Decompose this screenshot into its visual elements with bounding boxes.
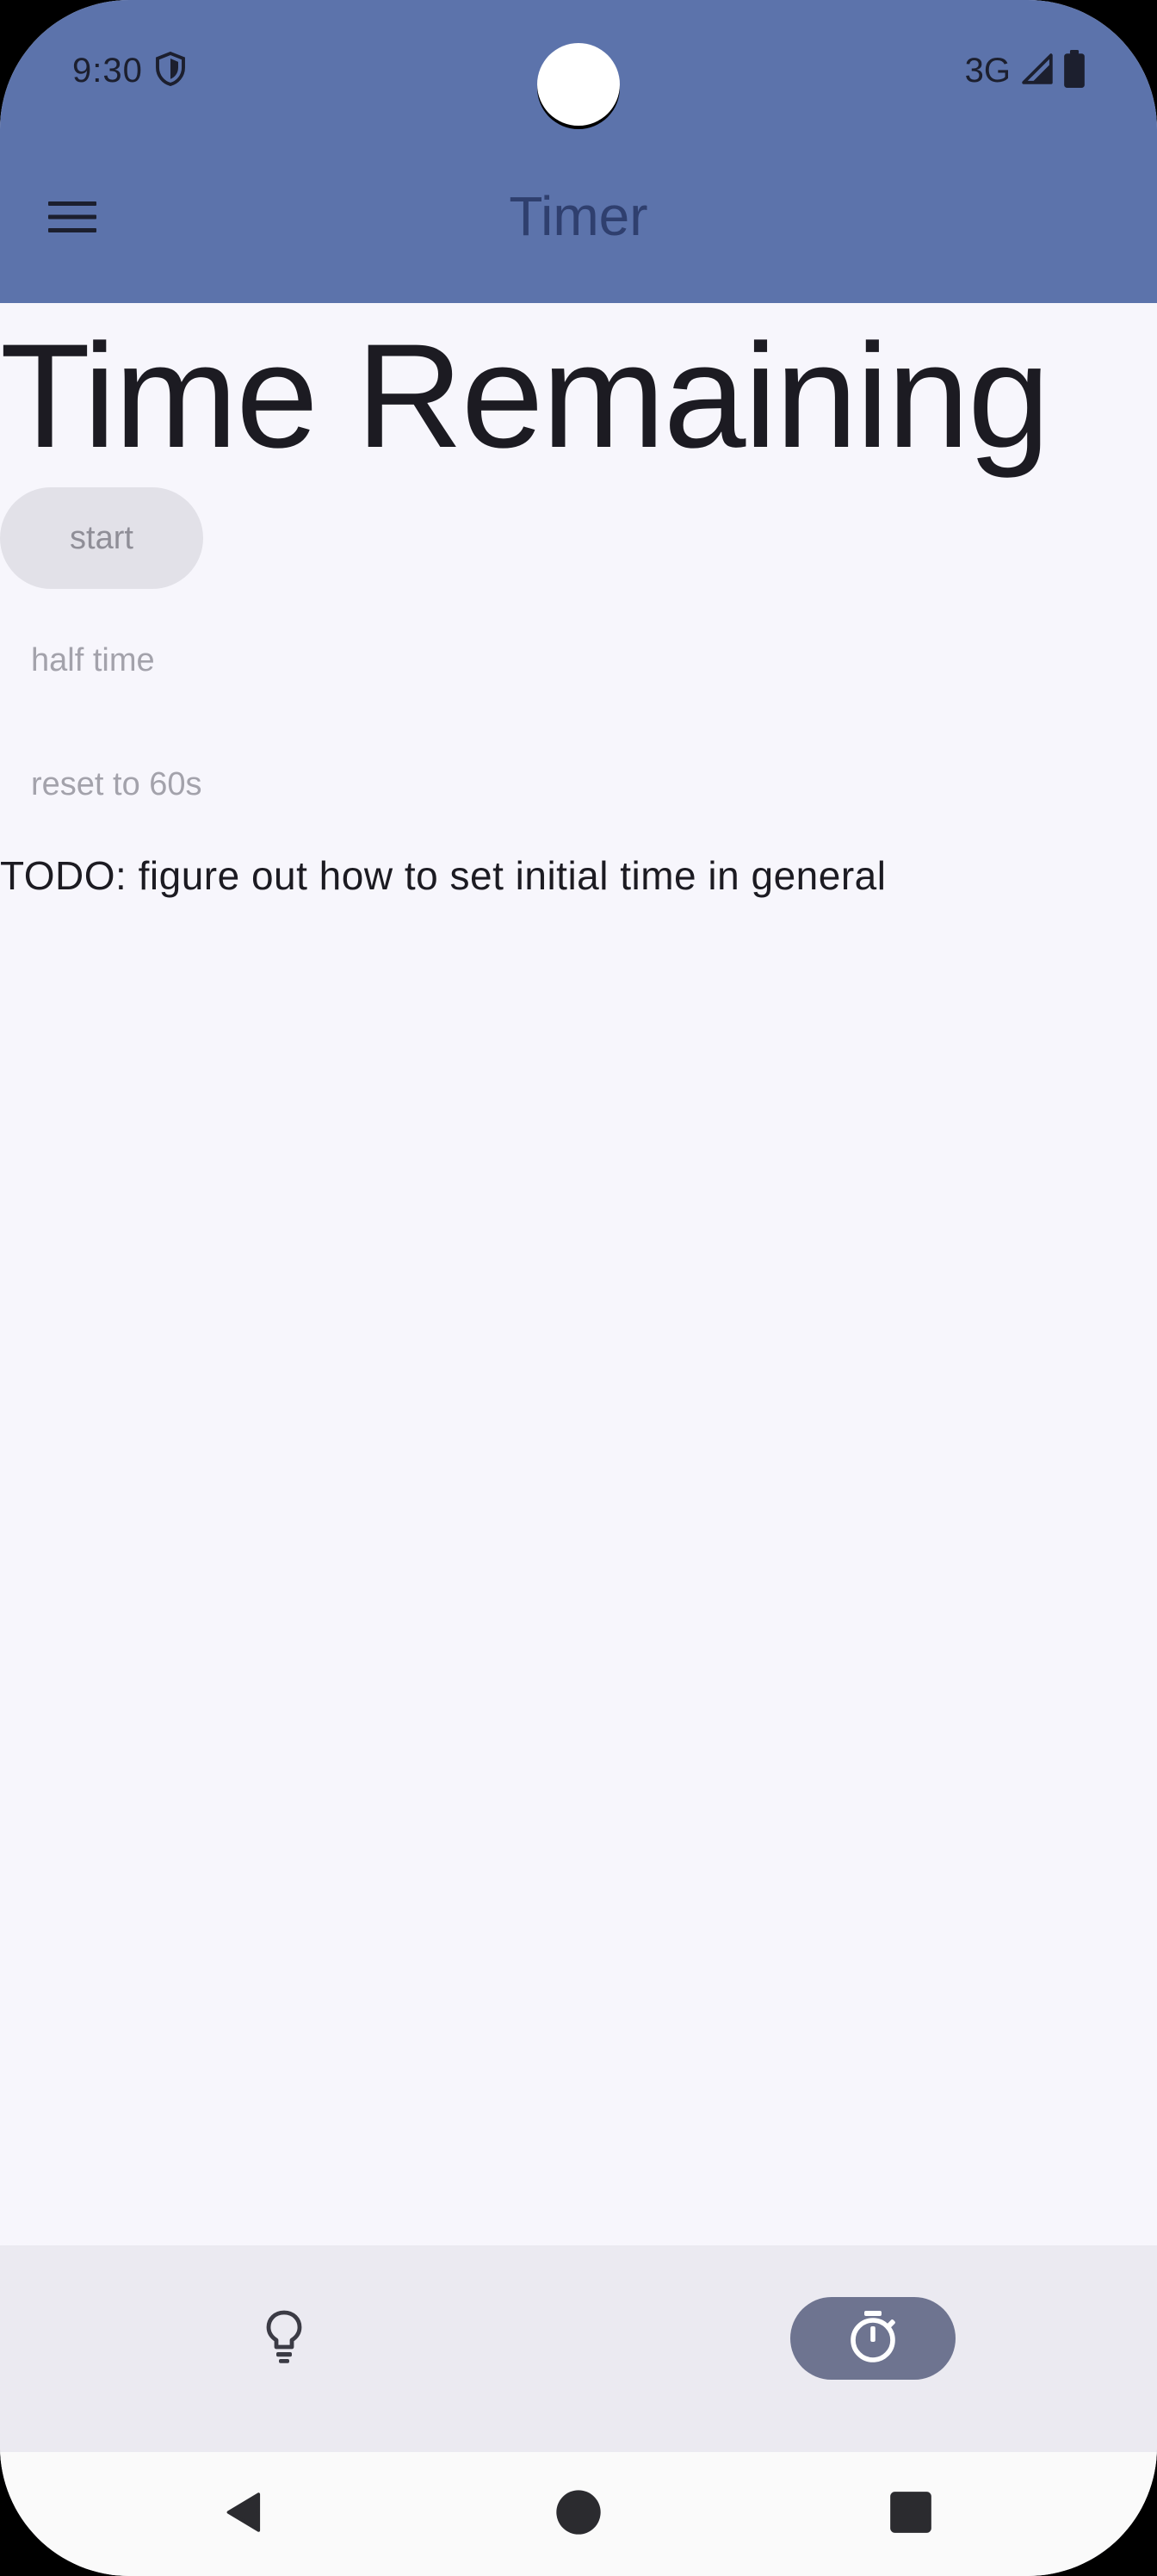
stopwatch-icon (847, 2309, 899, 2369)
recents-icon (888, 2490, 933, 2539)
lightbulb-icon (263, 2309, 305, 2369)
half-time-button[interactable]: half time (31, 642, 155, 679)
signal-icon (1021, 53, 1054, 90)
nav-item-ideas[interactable] (201, 2297, 367, 2380)
system-recents-button[interactable] (880, 2483, 942, 2545)
device-screen: 9:30 3G Timer Time Remaining start half … (0, 0, 1157, 2576)
home-icon (554, 2488, 603, 2541)
time-remaining-heading: Time Remaining (0, 313, 1050, 479)
system-navigation-bar (0, 2452, 1157, 2576)
app-top-bar: 9:30 3G Timer (0, 0, 1157, 303)
battery-icon (1064, 49, 1085, 92)
front-camera-cutout (537, 43, 620, 126)
status-bar-left: 9:30 (72, 45, 186, 96)
status-bar-right: 3G (965, 45, 1085, 96)
system-back-button[interactable] (213, 2483, 275, 2545)
back-icon (220, 2488, 269, 2541)
status-time: 9:30 (72, 51, 143, 90)
shield-icon (155, 51, 186, 90)
todo-note: TODO: figure out how to set initial time… (0, 853, 887, 898)
bottom-navigation-bar (0, 2245, 1157, 2452)
reset-to-60s-button[interactable]: reset to 60s (31, 766, 202, 803)
start-button[interactable]: start (0, 487, 203, 589)
app-bar-title: Timer (509, 185, 648, 247)
system-home-button[interactable] (548, 2483, 609, 2545)
nav-item-timer[interactable] (790, 2297, 956, 2380)
network-type-label: 3G (964, 51, 1011, 90)
